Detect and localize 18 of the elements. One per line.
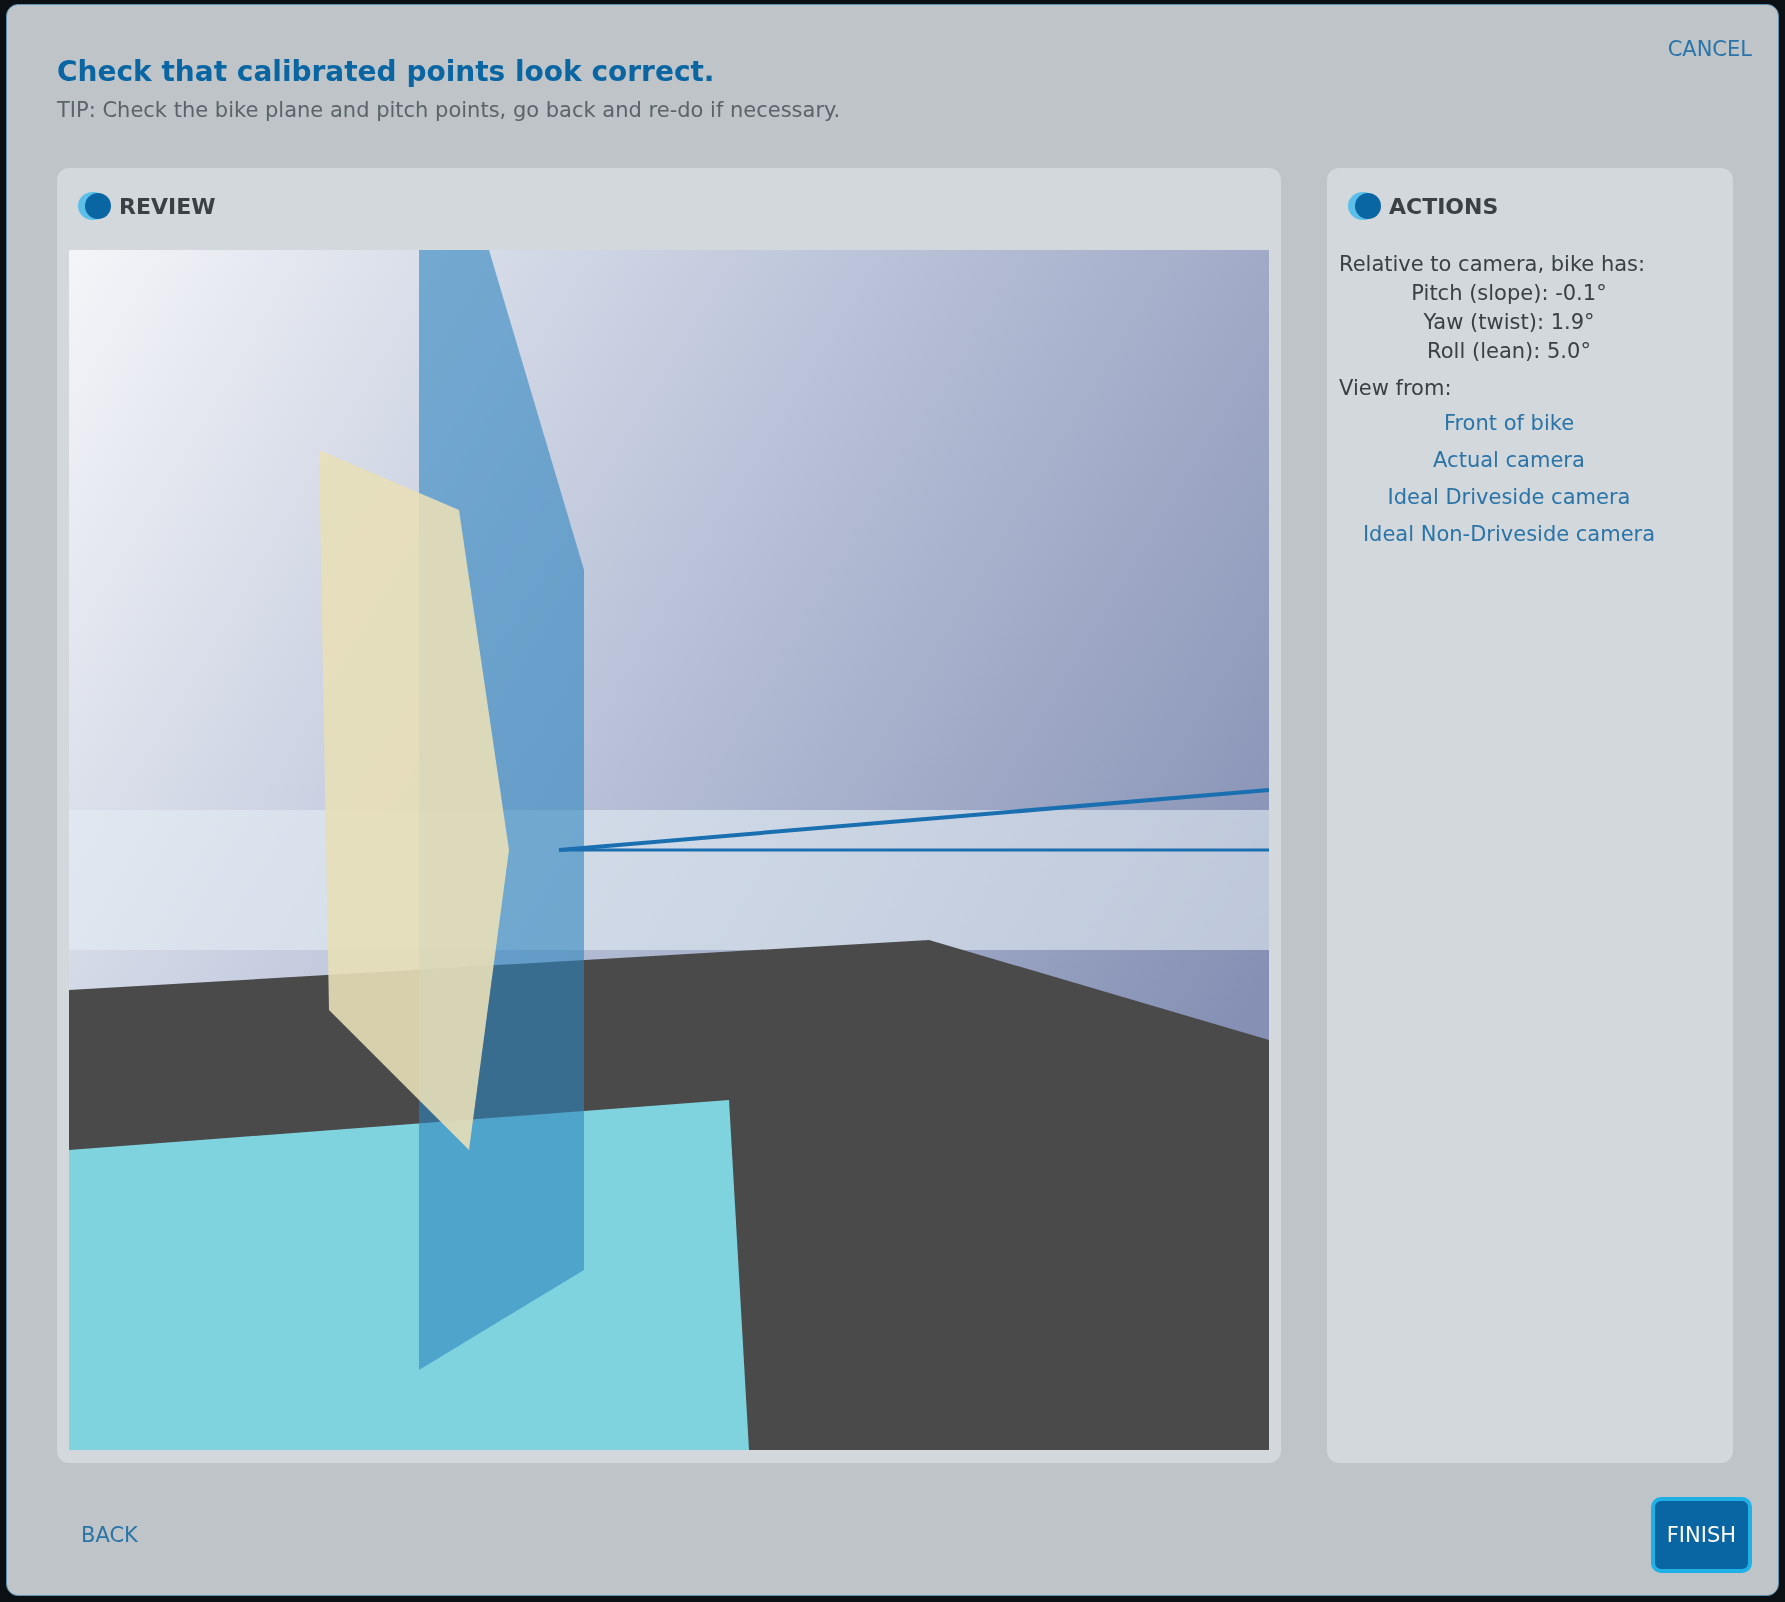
panel-title: REVIEW [119,193,216,219]
finish-button[interactable]: FINISH [1650,1497,1752,1573]
view-link[interactable]: Ideal Non-Driveside camera [1362,522,1656,546]
blob-icon [1347,189,1383,223]
panel-title: ACTIONS [1389,193,1499,219]
view-from-label: View from: [1339,375,1453,402]
blob-icon [77,189,113,223]
back-button[interactable]: BACK [81,1523,138,1547]
view-link[interactable]: Front of bike [1443,411,1575,435]
cancel-button[interactable]: CANCEL [1667,37,1752,61]
view-link[interactable]: Actual camera [1433,448,1585,472]
measurement-text: Yaw (twist): 1.9° [1422,309,1596,336]
measurement-text: Pitch (slope): -0.1° [1410,280,1608,307]
view-link[interactable]: Ideal Driveside camera [1387,485,1631,509]
tip-text: TIP: Check the bike plane and pitch points, go back and re-do if necessary. [57,98,841,122]
dialog-title: Check that calibrated points look correct. [57,55,716,88]
measurement-text: Roll (lean): 5.0° [1426,338,1592,365]
summary-text: Relative to camera, bike has: [1339,251,1647,278]
